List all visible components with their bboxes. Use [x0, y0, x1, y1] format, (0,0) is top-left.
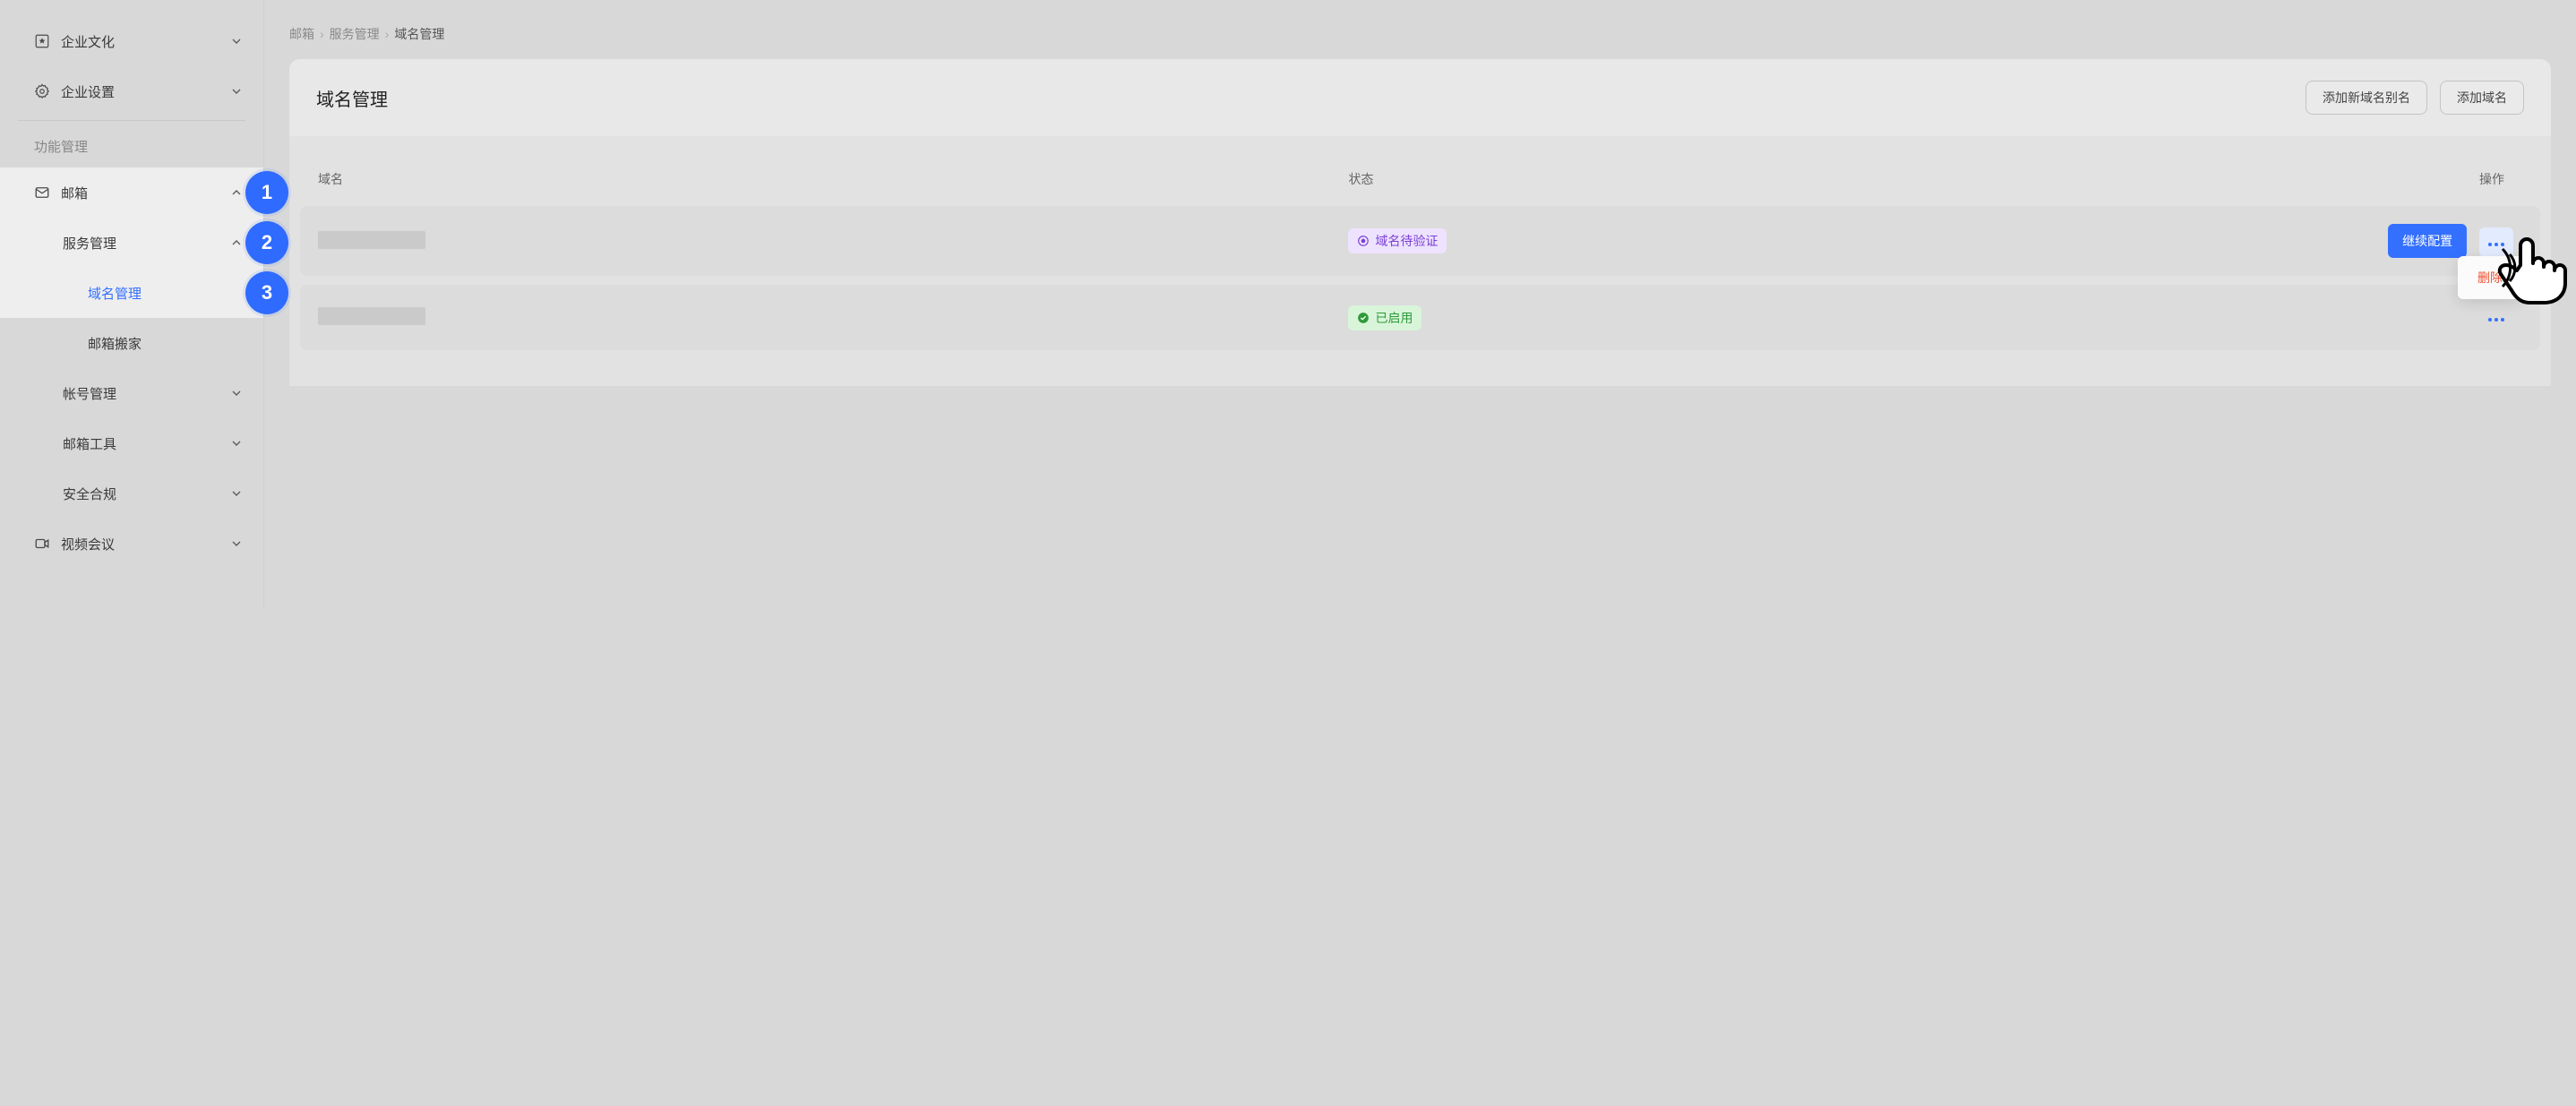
page-title: 域名管理 — [316, 85, 388, 111]
cell-status: 已启用 — [1330, 285, 2091, 350]
chevron-right-icon: › — [385, 27, 390, 41]
sidebar-item-service-mgmt[interactable]: 服务管理 2 — [0, 218, 263, 268]
panel-domain-mgmt: 域名管理 添加新域名别名 添加域名 域名 状态 操作 — [289, 59, 2551, 386]
app-layout: 企业文化 企业设置 功能管理 邮箱 — [0, 0, 2576, 609]
target-icon — [1357, 235, 1370, 247]
star-box-icon — [34, 33, 50, 49]
chevron-up-icon — [229, 185, 244, 200]
col-header-status: 状态 — [1330, 161, 2091, 197]
more-actions-button[interactable] — [2479, 227, 2513, 257]
video-icon — [34, 536, 50, 552]
status-badge-pending: 域名待验证 — [1348, 228, 1447, 253]
sidebar-item-mail[interactable]: 邮箱 1 — [0, 167, 263, 218]
table-row: 已启用 — [300, 285, 2540, 350]
panel-body: 域名 状态 操作 — [289, 136, 2551, 386]
sidebar-item-mail-tools[interactable]: 邮箱工具 — [0, 418, 263, 468]
chevron-down-icon — [229, 436, 244, 450]
main-content: 邮箱 › 服务管理 › 域名管理 域名管理 添加新域名别名 添加域名 域名 — [264, 0, 2576, 609]
cell-status: 域名待验证 — [1330, 206, 2091, 276]
cell-ops: 继续配置 删除 — [2092, 206, 2540, 276]
chevron-up-icon — [229, 236, 244, 250]
sidebar-label: 服务管理 — [63, 234, 229, 253]
sidebar-section-head: 功能管理 — [0, 124, 263, 167]
breadcrumb: 邮箱 › 服务管理 › 域名管理 — [289, 25, 2551, 43]
table-row: 域名待验证 继续配置 删除 — [300, 206, 2540, 276]
add-domain-button[interactable]: 添加域名 — [2440, 81, 2524, 115]
cell-domain — [300, 285, 1330, 350]
status-badge-enabled: 已启用 — [1348, 305, 1421, 330]
sidebar-item-account-mgmt[interactable]: 帐号管理 — [0, 368, 263, 418]
sidebar-item-mail-move[interactable]: 邮箱搬家 — [0, 318, 263, 368]
breadcrumb-item[interactable]: 邮箱 — [289, 25, 314, 43]
sidebar-label: 域名管理 — [88, 284, 244, 303]
ellipsis-icon — [2488, 243, 2504, 246]
chevron-down-icon — [229, 536, 244, 551]
cell-domain — [300, 206, 1330, 276]
chevron-down-icon — [229, 84, 244, 99]
sidebar-label: 安全合规 — [63, 484, 229, 503]
step-badge-3: 3 — [245, 271, 288, 314]
panel-actions: 添加新域名别名 添加域名 — [2306, 81, 2524, 115]
more-actions-button[interactable] — [2479, 303, 2513, 332]
status-text: 已启用 — [1375, 309, 1413, 327]
chevron-right-icon: › — [320, 27, 324, 41]
sidebar-item-domain-mgmt[interactable]: 域名管理 3 — [0, 268, 263, 318]
chevron-down-icon — [229, 34, 244, 48]
chevron-down-icon — [229, 486, 244, 501]
sidebar-item-video[interactable]: 视频会议 — [0, 519, 263, 569]
sidebar: 企业文化 企业设置 功能管理 邮箱 — [0, 0, 264, 609]
add-domain-alias-button[interactable]: 添加新域名别名 — [2306, 81, 2427, 115]
step-badge-2: 2 — [245, 221, 288, 264]
status-text: 域名待验证 — [1375, 232, 1438, 250]
sidebar-label: 企业设置 — [61, 82, 229, 101]
sidebar-label: 邮箱 — [61, 184, 229, 202]
ellipsis-icon — [2488, 318, 2504, 322]
check-circle-icon — [1357, 312, 1370, 324]
sidebar-label: 邮箱工具 — [63, 434, 229, 453]
delete-menu-item[interactable]: 删除 — [2458, 261, 2522, 294]
breadcrumb-item-current: 域名管理 — [394, 25, 444, 43]
more-actions-menu: 删除 — [2458, 256, 2522, 299]
sidebar-item-culture[interactable]: 企业文化 — [0, 16, 263, 66]
sidebar-section-label: 功能管理 — [34, 137, 244, 156]
chevron-down-icon — [229, 386, 244, 400]
redacted-domain — [318, 307, 425, 325]
sidebar-label: 企业文化 — [61, 32, 229, 51]
sidebar-label: 帐号管理 — [63, 384, 229, 403]
sidebar-label: 邮箱搬家 — [88, 334, 244, 353]
step-badge-1: 1 — [245, 171, 288, 214]
gear-icon — [34, 83, 50, 99]
continue-config-button[interactable]: 继续配置 — [2388, 224, 2467, 258]
col-header-ops: 操作 — [2092, 161, 2540, 197]
redacted-domain — [318, 231, 425, 249]
domain-table: 域名 状态 操作 — [300, 152, 2540, 359]
col-header-domain: 域名 — [300, 161, 1330, 197]
sidebar-item-security[interactable]: 安全合规 — [0, 468, 263, 519]
breadcrumb-item[interactable]: 服务管理 — [330, 25, 380, 43]
sidebar-label: 视频会议 — [61, 535, 229, 553]
mail-icon — [34, 184, 50, 201]
divider — [18, 120, 245, 121]
panel-header: 域名管理 添加新域名别名 添加域名 — [289, 59, 2551, 136]
sidebar-item-settings[interactable]: 企业设置 — [0, 66, 263, 116]
